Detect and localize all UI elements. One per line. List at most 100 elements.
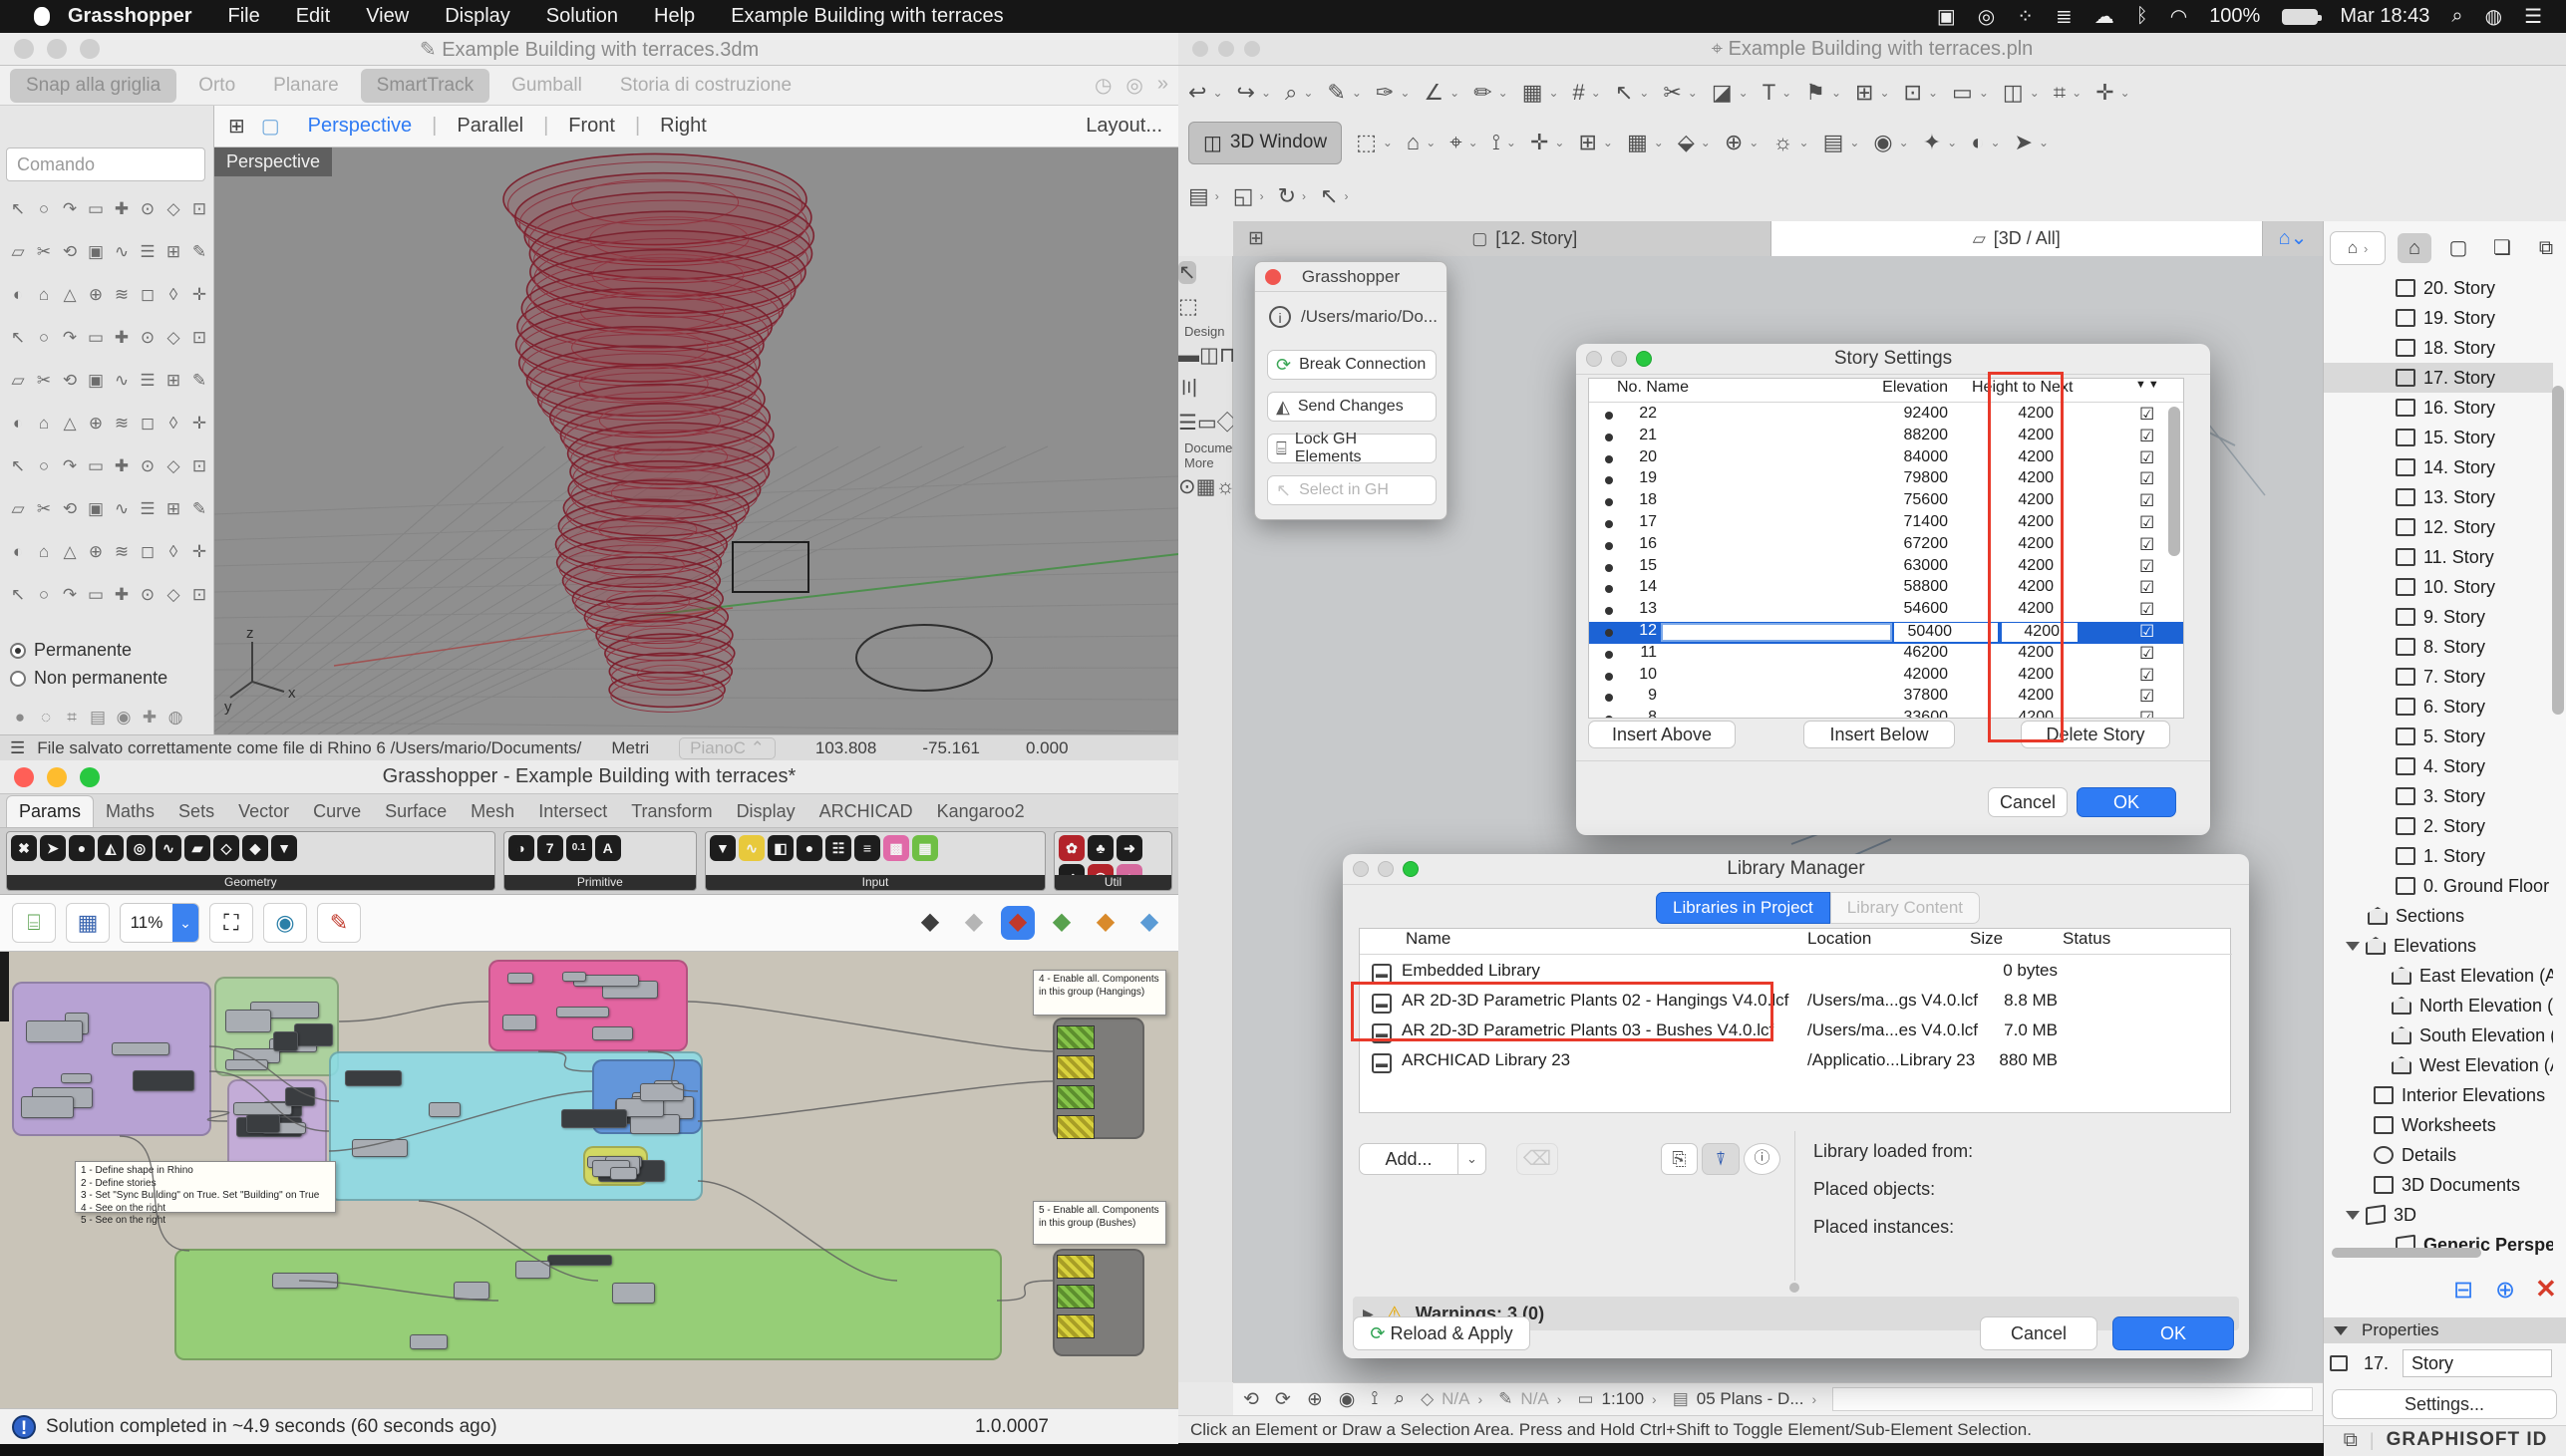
dots-icon[interactable]: ⁘ <box>2017 4 2034 29</box>
ac-arrow-panel-icon[interactable]: ◱ <box>1233 183 1254 209</box>
rhino-tool-icon[interactable]: ✚ <box>110 197 134 221</box>
rhino-tool-icon[interactable]: ↖ <box>6 326 30 350</box>
rhino-tool-icon[interactable]: ↖ <box>6 197 30 221</box>
design-tool-icon[interactable]: ◫ <box>1199 344 1219 367</box>
rhino-tool-icon[interactable]: ↷ <box>58 326 82 350</box>
component-icon[interactable]: ◆ <box>242 835 268 861</box>
story-checkbox[interactable]: ☑ <box>2139 687 2154 707</box>
new-viewpoint-icon[interactable]: ⊕ <box>2495 1276 2515 1305</box>
notification-center-icon[interactable]: ☰ <box>2524 4 2542 29</box>
library-row[interactable]: ▬Embedded Library0 bytes <box>1360 961 2232 989</box>
ac-camera-icon[interactable]: ◉ <box>1873 130 1892 155</box>
rhino-tool-icon[interactable]: ▣ <box>84 497 108 521</box>
gh-tab-kangaroo2[interactable]: Kangaroo2 <box>925 796 1037 827</box>
rhino-tool-icon[interactable]: ◇ <box>161 326 185 350</box>
story-row[interactable]: 8336004200☑ <box>1589 709 2184 719</box>
story-checkbox[interactable]: ☑ <box>2139 600 2154 620</box>
project-chooser[interactable]: ⌂› <box>2330 231 2386 265</box>
ac-zoom-icon[interactable]: ⌕ <box>1285 80 1297 106</box>
gh-traffic-lights[interactable] <box>14 767 100 787</box>
tab-project-map[interactable]: ⌂ <box>2398 233 2431 263</box>
ac-marquee-icon[interactable]: ⬚ <box>1356 130 1377 155</box>
library-settings-icon[interactable]: ⍒ <box>1702 1143 1740 1175</box>
tree-item-20-story[interactable]: 20. Story <box>2324 273 2553 303</box>
rhino-tool-icon[interactable]: ✂ <box>32 240 56 264</box>
component-icon[interactable]: ∿ <box>156 835 181 861</box>
ac-sun-icon[interactable]: ☼ <box>1772 130 1792 155</box>
tree-item-11-story[interactable]: 11. Story <box>2324 542 2553 572</box>
teamwork-icon[interactable]: ⧉ <box>2344 1429 2358 1452</box>
gh-tab-intersect[interactable]: Intersect <box>526 796 619 827</box>
zoom-in-icon[interactable]: ⊕ <box>1307 1388 1323 1411</box>
design-tool-icon[interactable]: ▬ <box>1178 344 1199 367</box>
rhino-tool-icon[interactable]: ⟲ <box>58 369 82 393</box>
display-gumdrop-button[interactable]: ◆ <box>1001 906 1035 940</box>
rhino-tool-icon[interactable]: ≋ <box>110 283 134 307</box>
story-checkbox[interactable]: ☑ <box>2139 622 2154 642</box>
rhino-tool-icon[interactable]: ◻ <box>136 412 160 436</box>
menubar-clock[interactable]: Mar 18:43 <box>2340 5 2429 28</box>
more-icon[interactable]: » <box>1157 73 1168 98</box>
insert-below-button[interactable]: Insert Below <box>1803 721 1955 748</box>
tree-item-sections[interactable]: Sections <box>2324 901 2553 931</box>
menu-item-grasshopper[interactable]: Grasshopper <box>50 5 209 28</box>
menu-item-edit[interactable]: Edit <box>278 5 348 28</box>
design-tool-icon[interactable]: 〣 <box>1178 378 1199 401</box>
story-ok-button[interactable]: OK <box>2077 787 2176 817</box>
rhino-tool-icon[interactable]: ↷ <box>58 197 82 221</box>
tab-libraries-in-project[interactable]: Libraries in Project <box>1656 892 1830 924</box>
radio-permanente[interactable]: Permanente <box>10 640 132 661</box>
ac-grid3d-icon[interactable]: ⊞ <box>1578 130 1596 155</box>
gh-tab-display[interactable]: Display <box>725 796 807 827</box>
rhino-tool-icon[interactable]: ⊙ <box>136 454 160 478</box>
tree-item-4-story[interactable]: 4. Story <box>2324 751 2553 781</box>
ac-cutaway-icon[interactable]: ⬙ <box>1678 130 1695 155</box>
component-icon[interactable]: ▼ <box>710 835 736 861</box>
story-row[interactable]: 16672004200☑ <box>1589 535 2184 557</box>
rhino-tool-icon[interactable]: ▭ <box>84 197 108 221</box>
gh-tab-mesh[interactable]: Mesh <box>459 796 526 827</box>
rhino-tool-icon[interactable]: ◊ <box>161 412 185 436</box>
rhino-tool-icon[interactable]: ⊡ <box>187 454 211 478</box>
add-library-control[interactable]: Add... ⌄ <box>1359 1143 1486 1175</box>
ac-pet-palette-icon[interactable]: ▤ <box>1188 183 1209 209</box>
gh-tab-transform[interactable]: Transform <box>619 796 724 827</box>
bluetooth-icon[interactable]: ᛒ <box>2136 5 2148 28</box>
quickbar-layer-combination[interactable]: ▤05 Plans - D...› <box>1673 1389 1816 1409</box>
ac-3d-window-button[interactable]: ◫3D Window <box>1188 122 1342 164</box>
rhino-tool-icon[interactable]: ↖ <box>6 454 30 478</box>
rhino-filter-icon[interactable]: ✚ <box>138 706 161 729</box>
rhino-tool-icon[interactable]: ✂ <box>32 497 56 521</box>
story-name-edit-field[interactable] <box>1661 623 1892 642</box>
tree-item-14-story[interactable]: 14. Story <box>2324 452 2553 482</box>
rhino-tool-icon[interactable]: ⌂ <box>32 540 56 564</box>
tree-item-12-story[interactable]: 12. Story <box>2324 512 2553 542</box>
tree-item-south-elevation-a[interactable]: South Elevation (A <box>2324 1020 2553 1050</box>
toggle-gumball[interactable]: Gumball <box>495 69 598 103</box>
rhino-tool-icon[interactable]: ◇ <box>161 197 185 221</box>
rhino-tool-icon[interactable]: ∿ <box>110 497 134 521</box>
ac-walk-icon[interactable]: ⟟ <box>1492 130 1500 155</box>
tree-item-5-story[interactable]: 5. Story <box>2324 722 2553 751</box>
rhino-tool-icon[interactable]: △ <box>58 540 82 564</box>
story-row[interactable]: 22924004200☑ <box>1589 405 2184 427</box>
component-icon[interactable]: 0.1 <box>566 835 592 861</box>
rhino-tool-icon[interactable]: ⊡ <box>187 326 211 350</box>
rhino-tool-icon[interactable]: ◇ <box>161 454 185 478</box>
story-row[interactable]: 18756004200☑ <box>1589 491 2184 513</box>
library-row[interactable]: ▬ARCHICAD Library 23/Applicatio...Librar… <box>1360 1050 2232 1078</box>
ac-frame-icon[interactable]: ▭ <box>1952 80 1973 106</box>
story-name-field[interactable]: Story <box>2403 1349 2552 1377</box>
rhino-tool-icon[interactable]: ⊡ <box>187 583 211 607</box>
story-checkbox[interactable]: ☑ <box>2139 448 2154 468</box>
ac-fit-icon[interactable]: ⊞ <box>1855 80 1873 106</box>
zoom-extents-button[interactable]: ⛶ <box>209 903 253 943</box>
ac-grid-snap-icon[interactable]: ▦ <box>1522 80 1543 106</box>
story-cancel-button[interactable]: Cancel <box>1988 787 2068 817</box>
toggle-storia-di-costruzione[interactable]: Storia di costruzione <box>604 69 807 103</box>
rhino-tool-icon[interactable]: ✛ <box>187 540 211 564</box>
rhino-titlebar[interactable]: ✎ Example Building with terraces.3dm <box>0 33 1178 66</box>
tree-item-13-story[interactable]: 13. Story <box>2324 482 2553 512</box>
component-icon[interactable]: A <box>595 835 621 861</box>
rhino-tool-icon[interactable]: ✛ <box>187 283 211 307</box>
